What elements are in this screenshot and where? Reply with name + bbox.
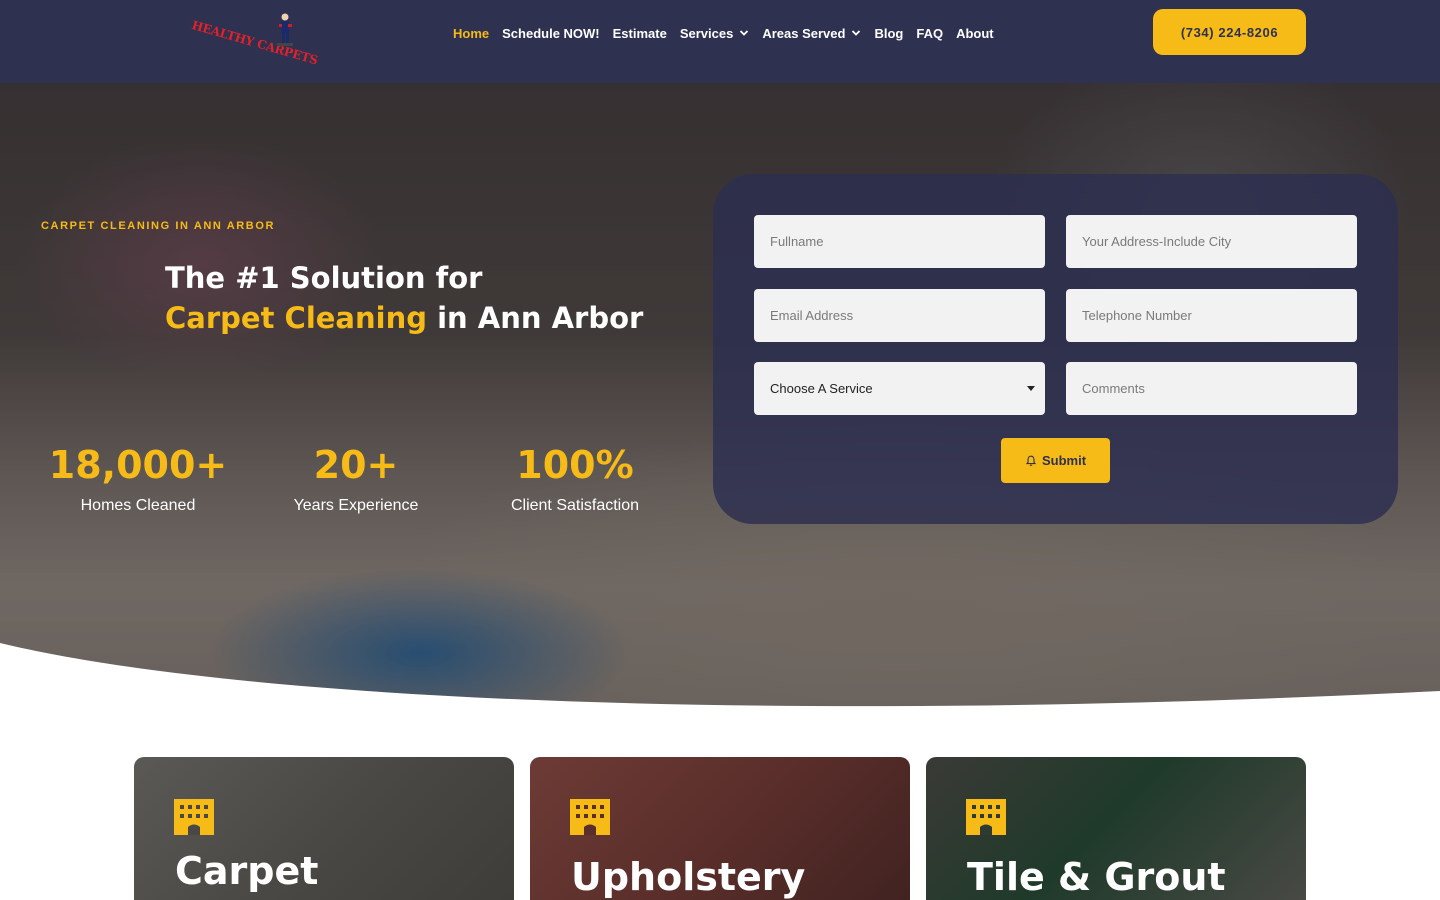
building-icon — [966, 799, 1006, 835]
nav-faq[interactable]: FAQ — [916, 26, 943, 41]
service-card-title: Upholstery — [571, 855, 806, 899]
building-icon — [570, 799, 610, 835]
stat-years-experience: 20+ Years Experience — [256, 441, 456, 515]
stat-label: Client Satisfaction — [510, 497, 640, 514]
comments-field[interactable] — [1066, 362, 1357, 415]
nav-schedule-label: Schedule NOW! — [502, 25, 600, 41]
nav-about-label: About — [956, 25, 994, 41]
chevron-down-icon — [852, 30, 861, 36]
address-field[interactable] — [1066, 215, 1357, 268]
nav-blog[interactable]: Blog — [874, 26, 903, 41]
hero-headline: The #1 Solution for Carpet Cleaning in A… — [165, 258, 643, 338]
headline-rest: in Ann Arbor — [427, 301, 644, 335]
service-card-tile-grout[interactable]: Tile & Grout — [926, 757, 1306, 900]
quote-form: Choose A Service Submit — [713, 174, 1398, 524]
nav-estimate[interactable]: Estimate — [613, 26, 667, 41]
nav-home[interactable]: Home — [453, 26, 489, 41]
service-select[interactable]: Choose A Service — [754, 362, 1045, 415]
fullname-field[interactable] — [754, 215, 1045, 268]
logo[interactable]: HEALTHY CARPETS — [190, 10, 319, 67]
main-nav: Home Schedule NOW! Estimate Services Are… — [453, 24, 1007, 42]
service-card-title: Carpet — [175, 849, 319, 893]
nav-blog-label: Blog — [874, 25, 904, 41]
hero-section: CARPET CLEANING IN ANN ARBOR The #1 Solu… — [0, 83, 1440, 713]
telephone-field[interactable] — [1066, 289, 1357, 342]
building-icon — [174, 799, 214, 835]
site-header: HEALTHY CARPETS Home Schedule NOW! Estim… — [0, 0, 1440, 83]
hero-wave-divider — [0, 643, 1440, 713]
nav-services-label: Services — [679, 25, 734, 41]
submit-label: Submit — [1041, 453, 1087, 468]
stats-row: 18,000+ Homes Cleaned 20+ Years Experien… — [38, 441, 698, 531]
headline-highlight: Carpet Cleaning — [165, 301, 427, 335]
nav-home-label: Home — [453, 25, 490, 41]
submit-button[interactable]: Submit — [1001, 438, 1110, 483]
nav-faq-label: FAQ — [916, 25, 944, 41]
bell-icon — [1025, 455, 1037, 466]
cleaner-mascot-icon — [277, 13, 293, 46]
service-card-title: Tile & Grout — [967, 855, 1226, 899]
caret-down-icon — [1027, 386, 1035, 391]
hero-eyebrow: CARPET CLEANING IN ANN ARBOR — [41, 220, 276, 232]
stat-label: Years Experience — [293, 497, 419, 514]
chevron-down-icon — [740, 30, 749, 36]
stat-label: Homes Cleaned — [80, 497, 196, 514]
email-field[interactable] — [754, 289, 1045, 342]
nav-areas-served[interactable]: Areas Served — [762, 26, 861, 41]
stat-value: 100% — [516, 443, 634, 487]
nav-services[interactable]: Services — [680, 26, 750, 41]
phone-button[interactable]: (734) 224-8206 — [1153, 9, 1306, 55]
stat-value: 20+ — [313, 443, 399, 487]
stat-client-satisfaction: 100% Client Satisfaction — [475, 441, 675, 515]
headline-line1: The #1 Solution for — [165, 261, 483, 295]
nav-schedule-now[interactable]: Schedule NOW! — [502, 26, 600, 41]
nav-areas-label: Areas Served — [762, 25, 846, 41]
service-card-upholstery[interactable]: Upholstery — [530, 757, 910, 900]
stat-value: 18,000+ — [48, 443, 228, 487]
stat-homes-cleaned: 18,000+ Homes Cleaned — [38, 441, 238, 515]
service-select-value: Choose A Service — [770, 381, 873, 396]
logo-text: HEALTHY CARPETS — [190, 18, 320, 68]
nav-estimate-label: Estimate — [612, 25, 667, 41]
nav-about[interactable]: About — [956, 26, 994, 41]
service-card-carpet[interactable]: Carpet — [134, 757, 514, 900]
